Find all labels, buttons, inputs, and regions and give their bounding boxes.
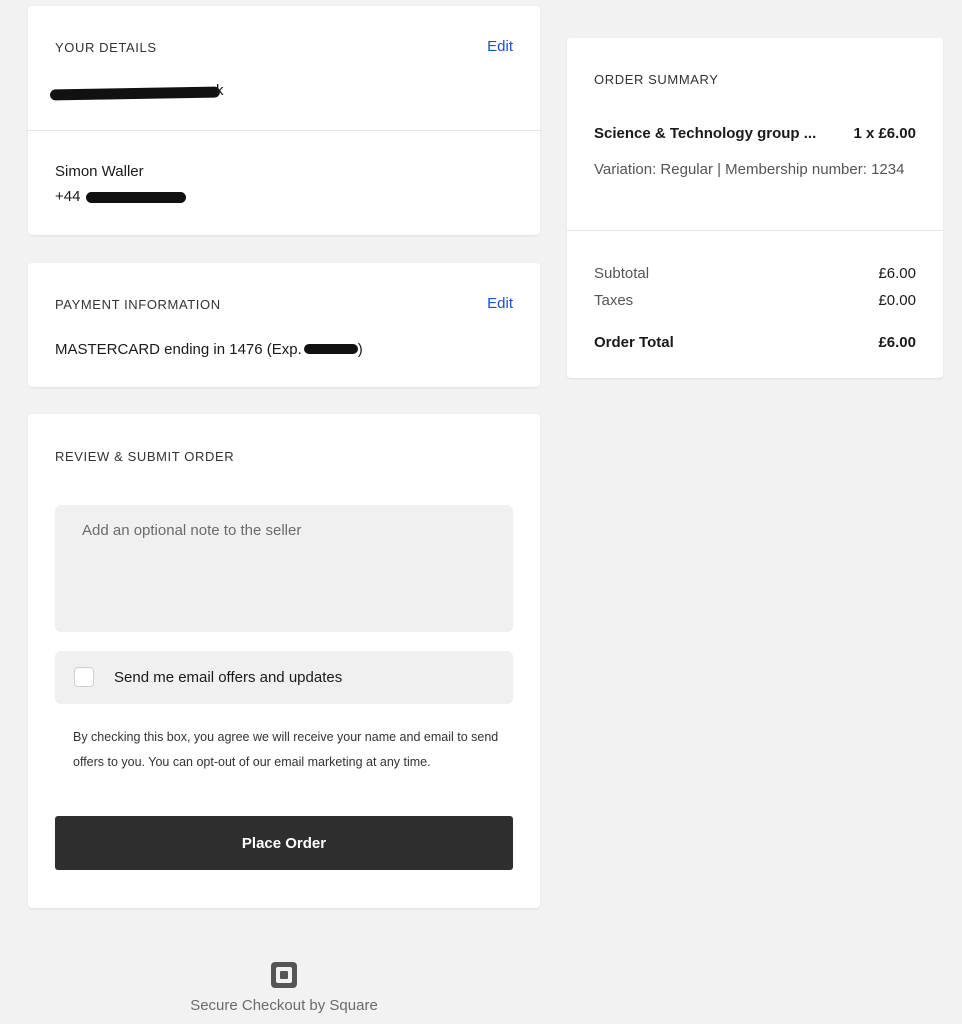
redaction-bar xyxy=(303,344,358,354)
taxes-value: £0.00 xyxy=(878,292,916,309)
order-total-label: Order Total xyxy=(594,334,674,351)
optin-disclaimer: By checking this box, you agree we will … xyxy=(73,730,499,769)
taxes-label: Taxes xyxy=(594,292,634,309)
email-optin-row[interactable]: Send me email offers and updates xyxy=(55,651,513,704)
square-logo-icon xyxy=(271,962,297,988)
subtotal-value: £6.00 xyxy=(878,265,916,282)
edit-details-link[interactable]: Edit xyxy=(487,38,513,55)
card-text: MASTERCARD ending in 1476 (Exp. xyxy=(55,341,302,358)
email-optin-checkbox[interactable] xyxy=(74,667,94,687)
item-qty-price: 1 x £6.00 xyxy=(853,125,916,142)
item-name: Science & Technology group ... xyxy=(594,125,817,142)
subtotal-label: Subtotal xyxy=(594,265,650,282)
secure-checkout-footer: Secure Checkout by Square xyxy=(28,962,540,1014)
place-order-button[interactable]: Place Order xyxy=(55,816,513,870)
redaction-bar xyxy=(49,86,221,101)
seller-note-input[interactable] xyxy=(55,505,513,632)
email-visible-fragment: k xyxy=(216,82,224,99)
payment-heading: PAYMENT INFORMATION xyxy=(55,297,221,312)
review-heading: REVIEW & SUBMIT ORDER xyxy=(55,449,235,464)
order-total-value: £6.00 xyxy=(878,334,916,351)
email-optin-label[interactable]: Send me email offers and updates xyxy=(114,669,342,686)
edit-payment-link[interactable]: Edit xyxy=(487,295,513,312)
phone-prefix: +44 xyxy=(55,188,81,205)
your-details-heading: YOUR DETAILS xyxy=(55,40,157,55)
payment-information-card: PAYMENT INFORMATION Edit MASTERCARD endi… xyxy=(28,263,540,387)
card-text-close: ) xyxy=(357,341,363,358)
divider xyxy=(28,130,540,131)
order-summary-card: ORDER SUMMARY Science & Technology group… xyxy=(567,38,943,378)
item-variation: Variation: Regular | Membership number: … xyxy=(594,161,905,178)
customer-name: Simon Waller xyxy=(55,163,144,180)
secure-checkout-text: Secure Checkout by Square xyxy=(190,997,378,1014)
card-summary: MASTERCARD ending in 1476 (Exp.) xyxy=(55,341,363,358)
your-details-card: YOUR DETAILS Edit k Simon Waller +44 xyxy=(28,6,540,235)
order-summary-heading: ORDER SUMMARY xyxy=(594,72,719,87)
redaction-bar xyxy=(86,192,186,203)
review-submit-card: REVIEW & SUBMIT ORDER Send me email offe… xyxy=(28,414,540,908)
divider xyxy=(567,230,943,231)
